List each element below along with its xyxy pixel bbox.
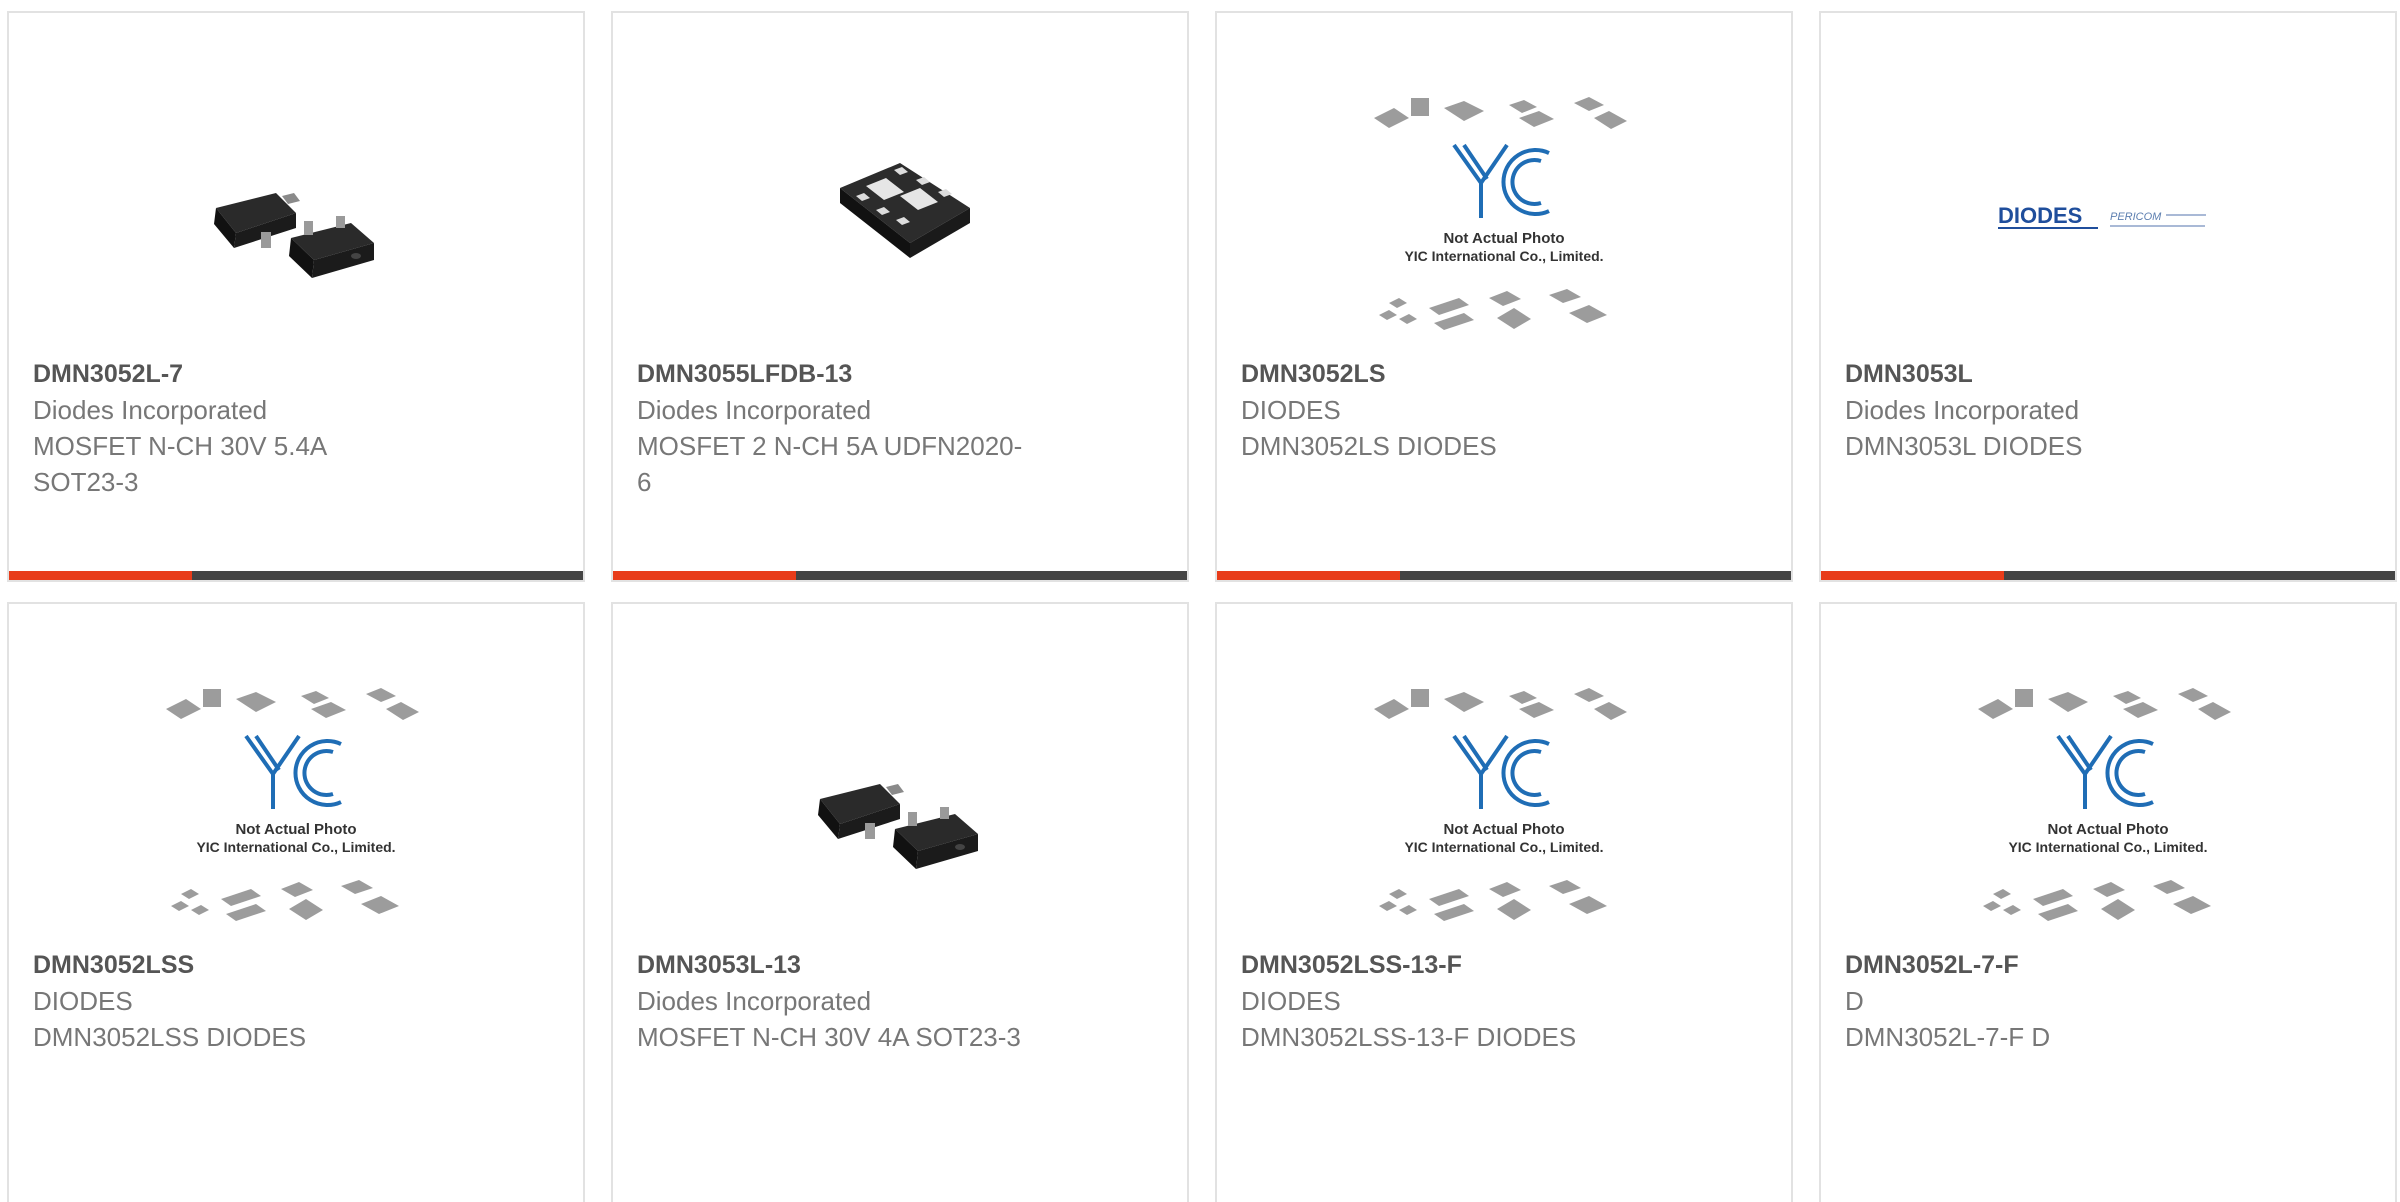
part-number[interactable]: DMN3052LSS-13-F bbox=[1241, 947, 1711, 983]
product-card[interactable]: DMN3055LFDB-13 Diodes Incorporated MOSFE… bbox=[611, 11, 1189, 582]
product-grid: DMN3052L-7 Diodes Incorporated MOSFET N-… bbox=[0, 0, 2400, 1202]
product-card[interactable]: Not Actual Photo YIC International Co., … bbox=[1215, 11, 1793, 582]
manufacturer: DIODES bbox=[1241, 395, 1341, 425]
placeholder-line1: Not Actual Photo bbox=[2047, 821, 2168, 838]
sot23-package-image bbox=[214, 193, 374, 278]
manufacturer: Diodes Incorporated bbox=[33, 395, 268, 425]
placeholder-line2: YIC International Co., Limited. bbox=[196, 839, 395, 855]
manufacturer: Diodes Incorporated bbox=[637, 395, 872, 425]
product-image[interactable] bbox=[765, 674, 1035, 944]
sot23-package-image bbox=[818, 784, 978, 869]
description: MOSFET N-CH 30V 4A SOT23-3 bbox=[637, 1022, 1021, 1052]
product-card[interactable]: DMN3053L-13 Diodes Incorporated MOSFET N… bbox=[611, 602, 1189, 1202]
card-footer-bar bbox=[613, 571, 1187, 580]
yic-placeholder-image: Not Actual Photo YIC International Co., … bbox=[1374, 688, 1627, 921]
card-footer-bar bbox=[1217, 571, 1791, 580]
part-number[interactable]: DMN3052L-7 bbox=[33, 356, 503, 392]
placeholder-line2: YIC International Co., Limited. bbox=[1404, 839, 1603, 855]
product-image[interactable]: Not Actual Photo YIC International Co., … bbox=[161, 674, 431, 944]
part-number[interactable]: DMN3052L-7-F bbox=[1845, 947, 2315, 983]
description: DMN3053L DIODES bbox=[1845, 431, 2083, 461]
product-image[interactable] bbox=[161, 83, 431, 353]
product-image[interactable]: Not Actual Photo YIC International Co., … bbox=[1369, 83, 1639, 353]
card-accent-bar bbox=[9, 571, 192, 580]
card-accent-bar bbox=[1821, 571, 2004, 580]
description: MOSFET 2 N-CH 5A UDFN2020- 6 bbox=[637, 431, 1023, 497]
part-number[interactable]: DMN3052LSS bbox=[33, 947, 503, 983]
part-number[interactable]: DMN3055LFDB-13 bbox=[637, 356, 1107, 392]
placeholder-line1: Not Actual Photo bbox=[1443, 230, 1564, 247]
product-card[interactable]: Not Actual Photo YIC International Co., … bbox=[7, 602, 585, 1202]
partner-logo-text: PERICOM bbox=[2110, 211, 2162, 223]
placeholder-line2: YIC International Co., Limited. bbox=[2008, 839, 2207, 855]
description: DMN3052LS DIODES bbox=[1241, 431, 1497, 461]
product-image[interactable]: DIODES PERICOM bbox=[1973, 83, 2243, 353]
part-number[interactable]: DMN3053L bbox=[1845, 356, 2315, 392]
part-number[interactable]: DMN3052LS bbox=[1241, 356, 1711, 392]
card-footer-bar bbox=[9, 571, 583, 580]
product-card[interactable]: Not Actual Photo YIC International Co., … bbox=[1215, 602, 1793, 1202]
card-accent-bar bbox=[613, 571, 796, 580]
placeholder-line2: YIC International Co., Limited. bbox=[1404, 248, 1603, 264]
product-image[interactable]: Not Actual Photo YIC International Co., … bbox=[1973, 674, 2243, 944]
card-accent-bar bbox=[1217, 571, 1400, 580]
brand-logo-text: DIODES bbox=[1998, 203, 2082, 228]
product-card[interactable]: DIODES PERICOM DMN3053L Diodes Incorpora… bbox=[1819, 11, 2397, 582]
udfn-package-image bbox=[840, 163, 970, 258]
yic-placeholder-image: Not Actual Photo YIC International Co., … bbox=[1374, 97, 1627, 330]
product-image[interactable] bbox=[765, 83, 1035, 353]
yic-placeholder-image: Not Actual Photo YIC International Co., … bbox=[166, 688, 419, 921]
diodes-pericom-logo: DIODES PERICOM bbox=[1998, 203, 2206, 229]
manufacturer: D bbox=[1845, 986, 1864, 1016]
product-card[interactable]: Not Actual Photo YIC International Co., … bbox=[1819, 602, 2397, 1202]
product-image[interactable]: Not Actual Photo YIC International Co., … bbox=[1369, 674, 1639, 944]
description: DMN3052L-7-F D bbox=[1845, 1022, 2051, 1052]
yic-placeholder-image: Not Actual Photo YIC International Co., … bbox=[1978, 688, 2231, 921]
description: MOSFET N-CH 30V 5.4A SOT23-3 bbox=[33, 431, 328, 497]
manufacturer: DIODES bbox=[33, 986, 133, 1016]
placeholder-line1: Not Actual Photo bbox=[235, 821, 356, 838]
manufacturer: DIODES bbox=[1241, 986, 1341, 1016]
product-card[interactable]: DMN3052L-7 Diodes Incorporated MOSFET N-… bbox=[7, 11, 585, 582]
card-footer-bar bbox=[1821, 571, 2395, 580]
placeholder-line1: Not Actual Photo bbox=[1443, 821, 1564, 838]
description: DMN3052LSS-13-F DIODES bbox=[1241, 1022, 1577, 1052]
part-number[interactable]: DMN3053L-13 bbox=[637, 947, 1107, 983]
manufacturer: Diodes Incorporated bbox=[1845, 395, 2080, 425]
description: DMN3052LSS DIODES bbox=[33, 1022, 307, 1052]
manufacturer: Diodes Incorporated bbox=[637, 986, 872, 1016]
